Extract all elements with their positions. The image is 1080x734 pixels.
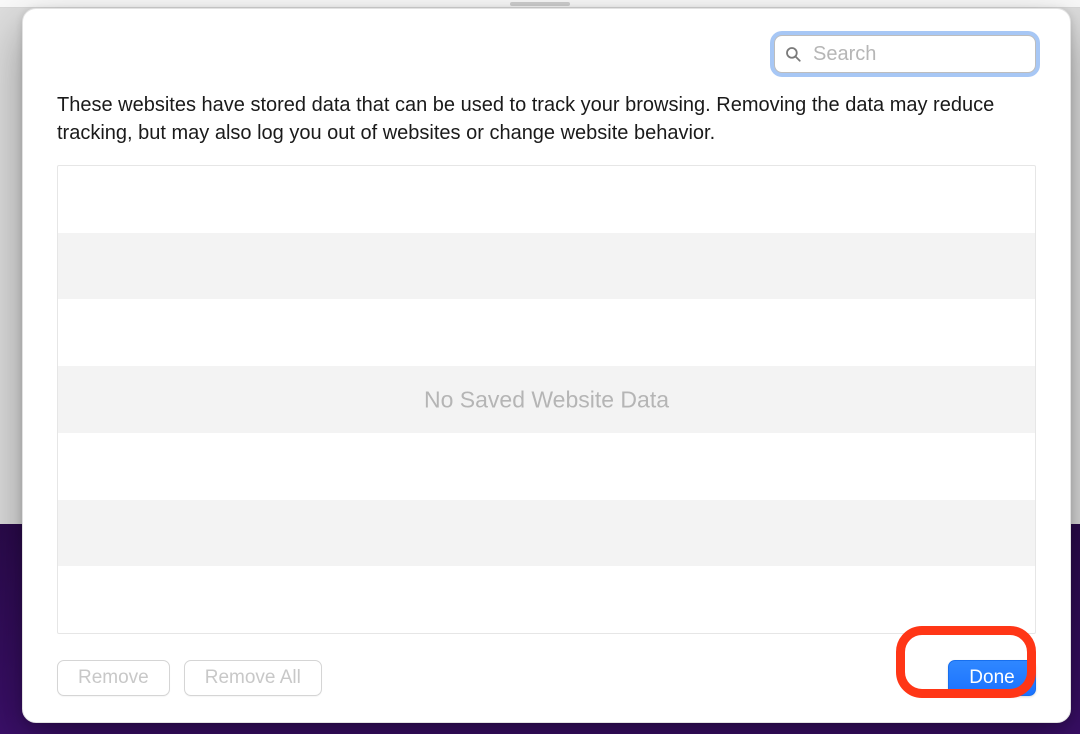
parent-window-titlebar [0, 0, 1080, 8]
done-button[interactable]: Done [948, 660, 1036, 696]
table-row [58, 433, 1035, 500]
table-row [58, 366, 1035, 433]
search-field-wrap [774, 35, 1036, 73]
table-row [58, 233, 1035, 300]
table-row [58, 566, 1035, 633]
search-row [57, 35, 1036, 73]
footer-row: Remove Remove All Done [57, 660, 1036, 696]
description-text: These websites have stored data that can… [57, 91, 1036, 147]
table-row [58, 299, 1035, 366]
remove-all-button[interactable]: Remove All [184, 660, 322, 696]
website-data-sheet: These websites have stored data that can… [22, 8, 1071, 723]
list-background-stripes [58, 166, 1035, 633]
table-row [58, 500, 1035, 567]
remove-button[interactable]: Remove [57, 660, 170, 696]
website-data-list[interactable]: No Saved Website Data [57, 165, 1036, 634]
table-row [58, 166, 1035, 233]
search-input[interactable] [774, 35, 1036, 73]
